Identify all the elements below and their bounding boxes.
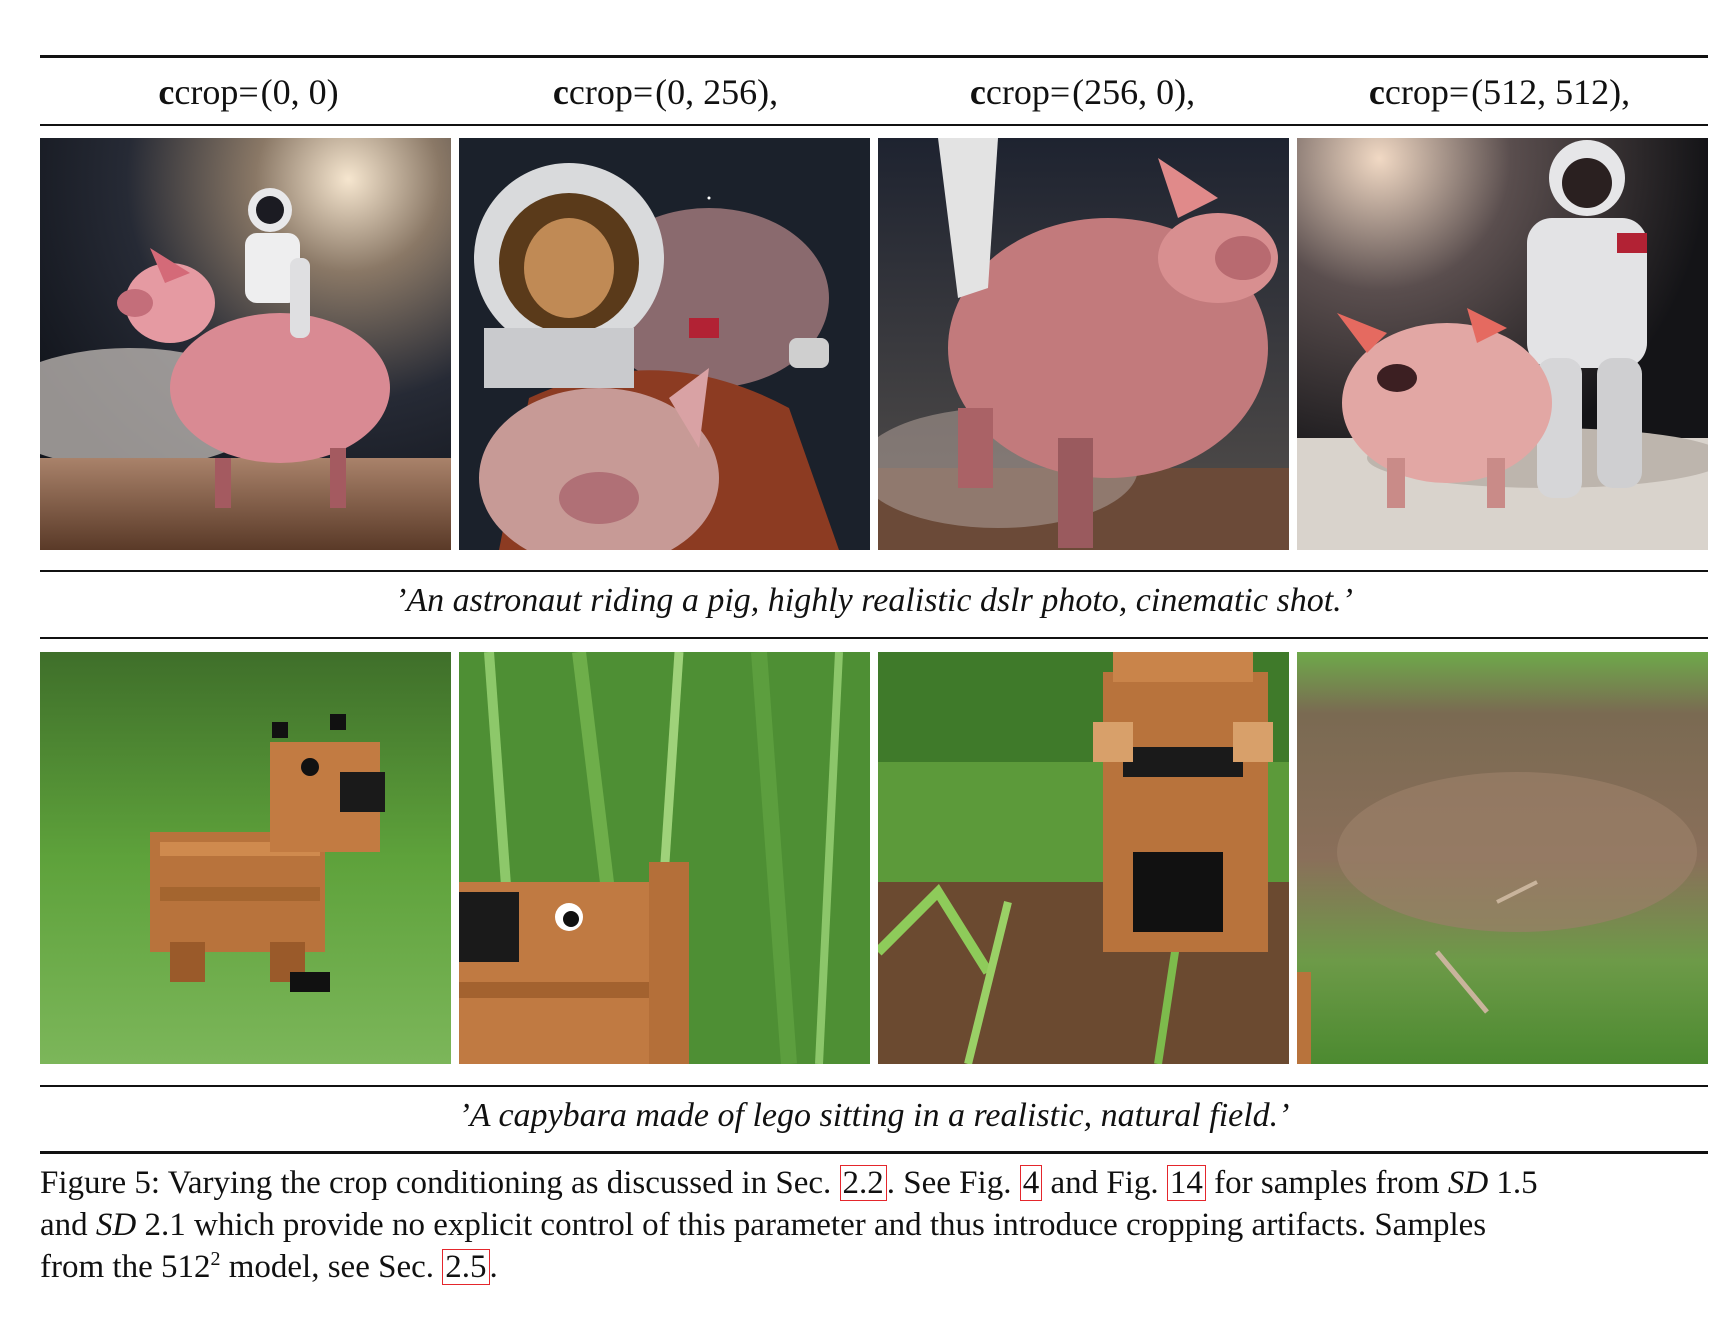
image-row-pig [40, 138, 1708, 550]
figure-caption: Figure 5: Varying the crop conditioning … [40, 1162, 1708, 1288]
section-link[interactable]: 2.2 [839, 1165, 887, 1201]
pig-astronaut-photo [1297, 138, 1708, 550]
crop-subscript: crop [568, 72, 633, 112]
lego-capybara-photo [40, 652, 451, 1064]
crop-value: (0, 256), [655, 72, 779, 112]
crop-header-cell: c crop = (0, 0) [40, 60, 457, 124]
row-divider-rule [40, 637, 1708, 639]
crop-header-cell: c crop = (512, 512), [1291, 60, 1708, 124]
caption-line: and SD 2.1 which provide no explicit con… [40, 1207, 1487, 1243]
figure-link[interactable]: 4 [1019, 1165, 1043, 1201]
row-divider-rule [40, 570, 1708, 572]
crop-header-cell: c crop = (0, 256), [457, 60, 874, 124]
pig-astronaut-photo [40, 138, 451, 550]
prompt-text-capybara: ’A capybara made of lego sitting in a re… [458, 1097, 1290, 1134]
crop-header-cell: c crop = (256, 0), [874, 60, 1291, 124]
table-bottom-rule [40, 1151, 1708, 1154]
crop-value: (512, 512), [1471, 72, 1631, 112]
pig-astronaut-photo [459, 138, 870, 550]
caption-line: Figure 5: Varying the crop conditioning … [40, 1165, 1538, 1201]
header-bottom-rule [40, 124, 1708, 126]
crop-symbol: c [969, 72, 986, 112]
crop-subscript: crop [1384, 72, 1449, 112]
image-row-capybara [40, 652, 1708, 1064]
figure-5: c crop = (0, 0) c crop = (0, 256), c crop =… [0, 0, 1712, 1344]
crop-subscript: crop [174, 72, 239, 112]
pig-astronaut-photo [878, 138, 1289, 550]
crop-symbol: c [552, 72, 569, 112]
row-divider-rule [40, 1085, 1708, 1087]
crop-symbol: c [158, 72, 175, 112]
equals-sign: = [1448, 72, 1470, 112]
table-top-rule [40, 55, 1708, 58]
crop-header-row: c crop = (0, 0) c crop = (0, 256), c crop =… [40, 60, 1708, 124]
caption-line: from the 5122 model, see Sec. 2.5. [40, 1248, 498, 1285]
crop-subscript: crop [985, 72, 1050, 112]
crop-value: (0, 0) [260, 72, 339, 112]
lego-capybara-photo [878, 652, 1289, 1064]
prompt-text-pig: ’An astronaut riding a pig, highly reali… [395, 582, 1353, 619]
lego-capybara-photo [1297, 652, 1708, 1064]
crop-symbol: c [1368, 72, 1385, 112]
equals-sign: = [632, 72, 654, 112]
figure-link[interactable]: 14 [1166, 1165, 1206, 1201]
crop-value: (256, 0), [1072, 72, 1196, 112]
section-link[interactable]: 2.5 [442, 1249, 490, 1285]
equals-sign: = [238, 72, 259, 112]
equals-sign: = [1049, 72, 1071, 112]
lego-capybara-photo [459, 652, 870, 1064]
